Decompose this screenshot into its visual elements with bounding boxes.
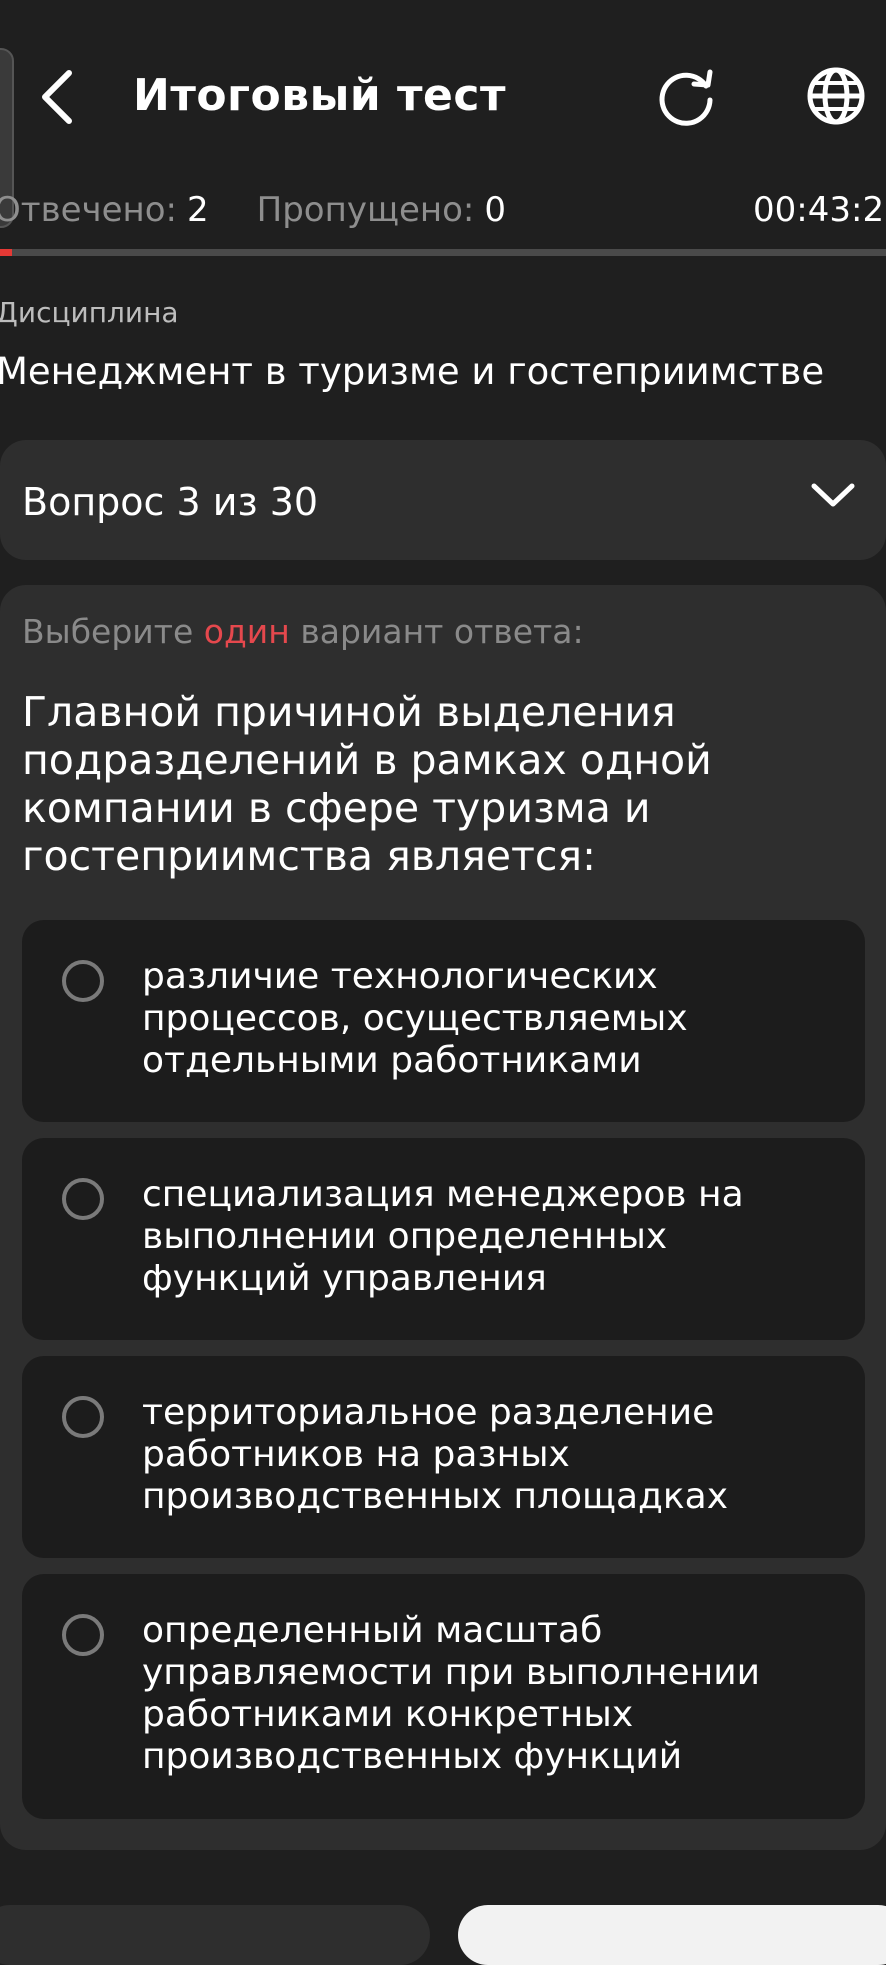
refresh-icon: [659, 69, 713, 126]
back-button[interactable]: [22, 62, 92, 132]
answered-label: Отвечено:: [0, 190, 178, 230]
chevron-left-icon: [42, 70, 72, 124]
answer-option-4[interactable]: определенный масштаб управляемости при в…: [22, 1574, 865, 1819]
language-button[interactable]: [800, 60, 872, 132]
question-number: Вопрос 3 из 30: [22, 480, 319, 524]
skip-button[interactable]: [0, 1905, 430, 1965]
instruction-highlight: один: [203, 612, 290, 651]
radio-unchecked-icon[interactable]: [62, 1614, 104, 1656]
option-label: различие технологических процессов, осущ…: [142, 956, 688, 1081]
discipline-name: Менеджмент в туризме и гостеприимстве: [0, 350, 825, 393]
radio-unchecked-icon[interactable]: [62, 1396, 104, 1438]
progress-bar: [0, 249, 886, 256]
radio-unchecked-icon[interactable]: [62, 1178, 104, 1220]
discipline-label: Дисциплина: [0, 296, 179, 329]
page-title: Итоговый тест: [133, 70, 506, 121]
answer-option-2[interactable]: специализация менеджеров на выполнении о…: [22, 1138, 865, 1340]
chevron-down-icon[interactable]: [810, 480, 856, 510]
answer-option-1[interactable]: различие технологических процессов, осущ…: [22, 920, 865, 1122]
question-selector[interactable]: Вопрос 3 из 30: [0, 440, 886, 560]
answer-instruction: Выберите один вариант ответа:: [22, 612, 584, 651]
option-label: специализация менеджеров на выполнении о…: [142, 1174, 744, 1299]
skipped-label: Пропущено:: [256, 190, 475, 230]
answered-count: 2: [187, 190, 209, 230]
answer-stats: Отвечено: 2 Пропущено: 0: [0, 190, 506, 230]
globe-icon: [807, 67, 865, 125]
option-label: определенный масштаб управляемости при в…: [142, 1610, 761, 1777]
timer: 00:43:25: [753, 190, 886, 230]
radio-unchecked-icon[interactable]: [62, 960, 104, 1002]
progress-fill: [0, 249, 12, 256]
instruction-text: Выберите: [22, 612, 194, 651]
answer-option-3[interactable]: территориальное разделение работников на…: [22, 1356, 865, 1558]
instruction-text-end: вариант ответа:: [300, 612, 584, 651]
skipped-count: 0: [484, 190, 507, 230]
option-label: территориальное разделение работников на…: [142, 1392, 729, 1517]
answer-button[interactable]: [458, 1905, 886, 1965]
app-header: Итоговый тест: [0, 0, 886, 190]
refresh-button[interactable]: [650, 62, 722, 134]
question-text: Главной причиной выделения подразделений…: [22, 688, 712, 880]
